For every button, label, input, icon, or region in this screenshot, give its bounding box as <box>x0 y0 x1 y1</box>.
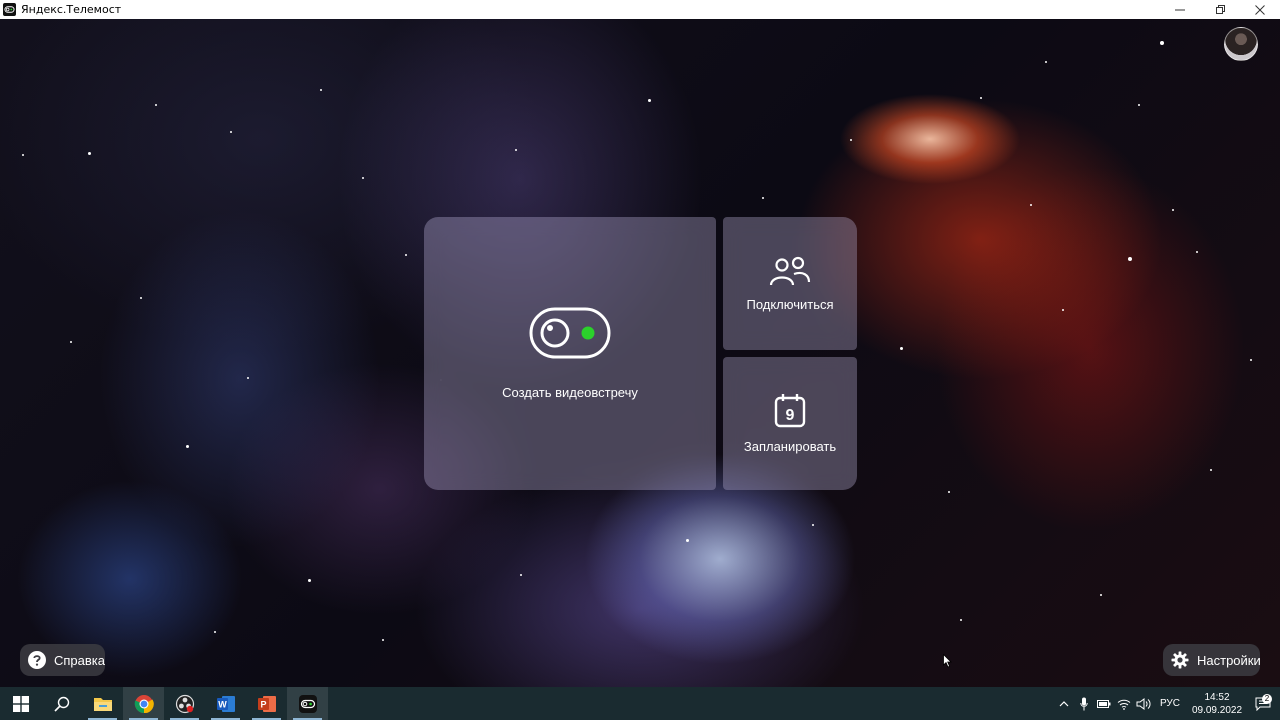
help-button[interactable]: Справка <box>20 644 105 676</box>
file-explorer-icon[interactable] <box>82 687 123 720</box>
star <box>850 139 852 141</box>
camera-toggle-icon <box>529 307 611 359</box>
star <box>900 347 903 350</box>
schedule-label: Запланировать <box>743 439 837 454</box>
question-icon <box>28 651 46 669</box>
star <box>1210 469 1212 471</box>
help-label: Справка <box>54 652 105 668</box>
star <box>980 97 982 99</box>
maximize-icon[interactable] <box>1200 0 1240 19</box>
star <box>140 297 142 299</box>
star <box>320 89 322 91</box>
star <box>214 631 216 633</box>
system-tray: РУС 14:52 09.09.2022 2 <box>1054 687 1280 720</box>
people-icon <box>769 256 811 286</box>
windows-start-icon[interactable] <box>0 687 41 720</box>
calendar-icon: 9 <box>774 394 806 428</box>
word-icon[interactable]: W <box>205 687 246 720</box>
join-button[interactable]: Подключиться <box>723 217 857 350</box>
wifi-icon[interactable] <box>1114 698 1134 710</box>
mouse-cursor-icon <box>943 654 952 668</box>
star <box>1045 61 1047 63</box>
star <box>382 639 384 641</box>
star <box>22 154 24 156</box>
telemost-icon <box>3 3 16 16</box>
powerpoint-icon[interactable]: P <box>246 687 287 720</box>
notification-center-icon[interactable]: 2 <box>1246 693 1280 711</box>
star <box>1138 104 1140 106</box>
taskbar: W P РУС 14:52 09.09.2022 2 <box>0 687 1280 720</box>
join-label: Подключиться <box>746 297 834 312</box>
star <box>88 152 91 155</box>
star <box>1128 257 1132 261</box>
chrome-icon[interactable] <box>123 687 164 720</box>
svg-text:W: W <box>218 699 227 709</box>
star <box>1196 251 1198 253</box>
star <box>247 377 249 379</box>
star <box>960 619 962 621</box>
search-icon[interactable] <box>41 687 82 720</box>
gear-icon <box>1171 651 1189 669</box>
volume-icon[interactable] <box>1134 697 1154 710</box>
close-icon[interactable] <box>1240 0 1280 19</box>
minimize-icon[interactable] <box>1160 0 1200 19</box>
clock-date: 09.09.2022 <box>1191 704 1243 716</box>
star <box>230 131 232 133</box>
star <box>515 149 517 151</box>
star <box>1172 209 1174 211</box>
window-title: Яндекс.Телемост <box>21 3 122 16</box>
star <box>1030 204 1032 206</box>
settings-button[interactable]: Настройки <box>1163 644 1261 676</box>
notification-count: 2 <box>1262 693 1272 704</box>
star <box>70 341 72 343</box>
clock-time: 14:52 <box>1204 691 1230 703</box>
star <box>405 254 407 256</box>
star <box>1062 309 1064 311</box>
star <box>648 99 651 102</box>
star <box>812 524 814 526</box>
star <box>1160 41 1164 45</box>
svg-text:P: P <box>260 699 266 709</box>
battery-icon[interactable] <box>1094 699 1114 709</box>
star <box>186 445 189 448</box>
star <box>948 491 950 493</box>
star <box>362 177 364 179</box>
star <box>762 197 764 199</box>
star <box>1100 594 1102 596</box>
avatar[interactable] <box>1224 27 1258 61</box>
create-meeting-button[interactable]: Создать видеовстречу <box>424 217 716 490</box>
star <box>686 539 689 542</box>
star <box>308 579 311 582</box>
create-meeting-label: Создать видеовстречу <box>502 385 638 400</box>
calendar-day: 9 <box>786 407 795 424</box>
chevron-up-icon[interactable] <box>1054 700 1074 707</box>
microphone-icon[interactable] <box>1074 697 1094 711</box>
star <box>155 104 157 106</box>
settings-label: Настройки <box>1197 652 1261 668</box>
obs-icon[interactable] <box>164 687 205 720</box>
schedule-button[interactable]: 9 Запланировать <box>723 357 857 490</box>
star <box>520 574 522 576</box>
star <box>1250 359 1252 361</box>
input-language[interactable]: РУС <box>1160 698 1180 709</box>
title-bar: Яндекс.Телемост <box>0 0 1280 19</box>
clock[interactable]: 14:52 09.09.2022 <box>1188 691 1246 717</box>
telemost-taskbar-icon[interactable] <box>287 687 328 720</box>
